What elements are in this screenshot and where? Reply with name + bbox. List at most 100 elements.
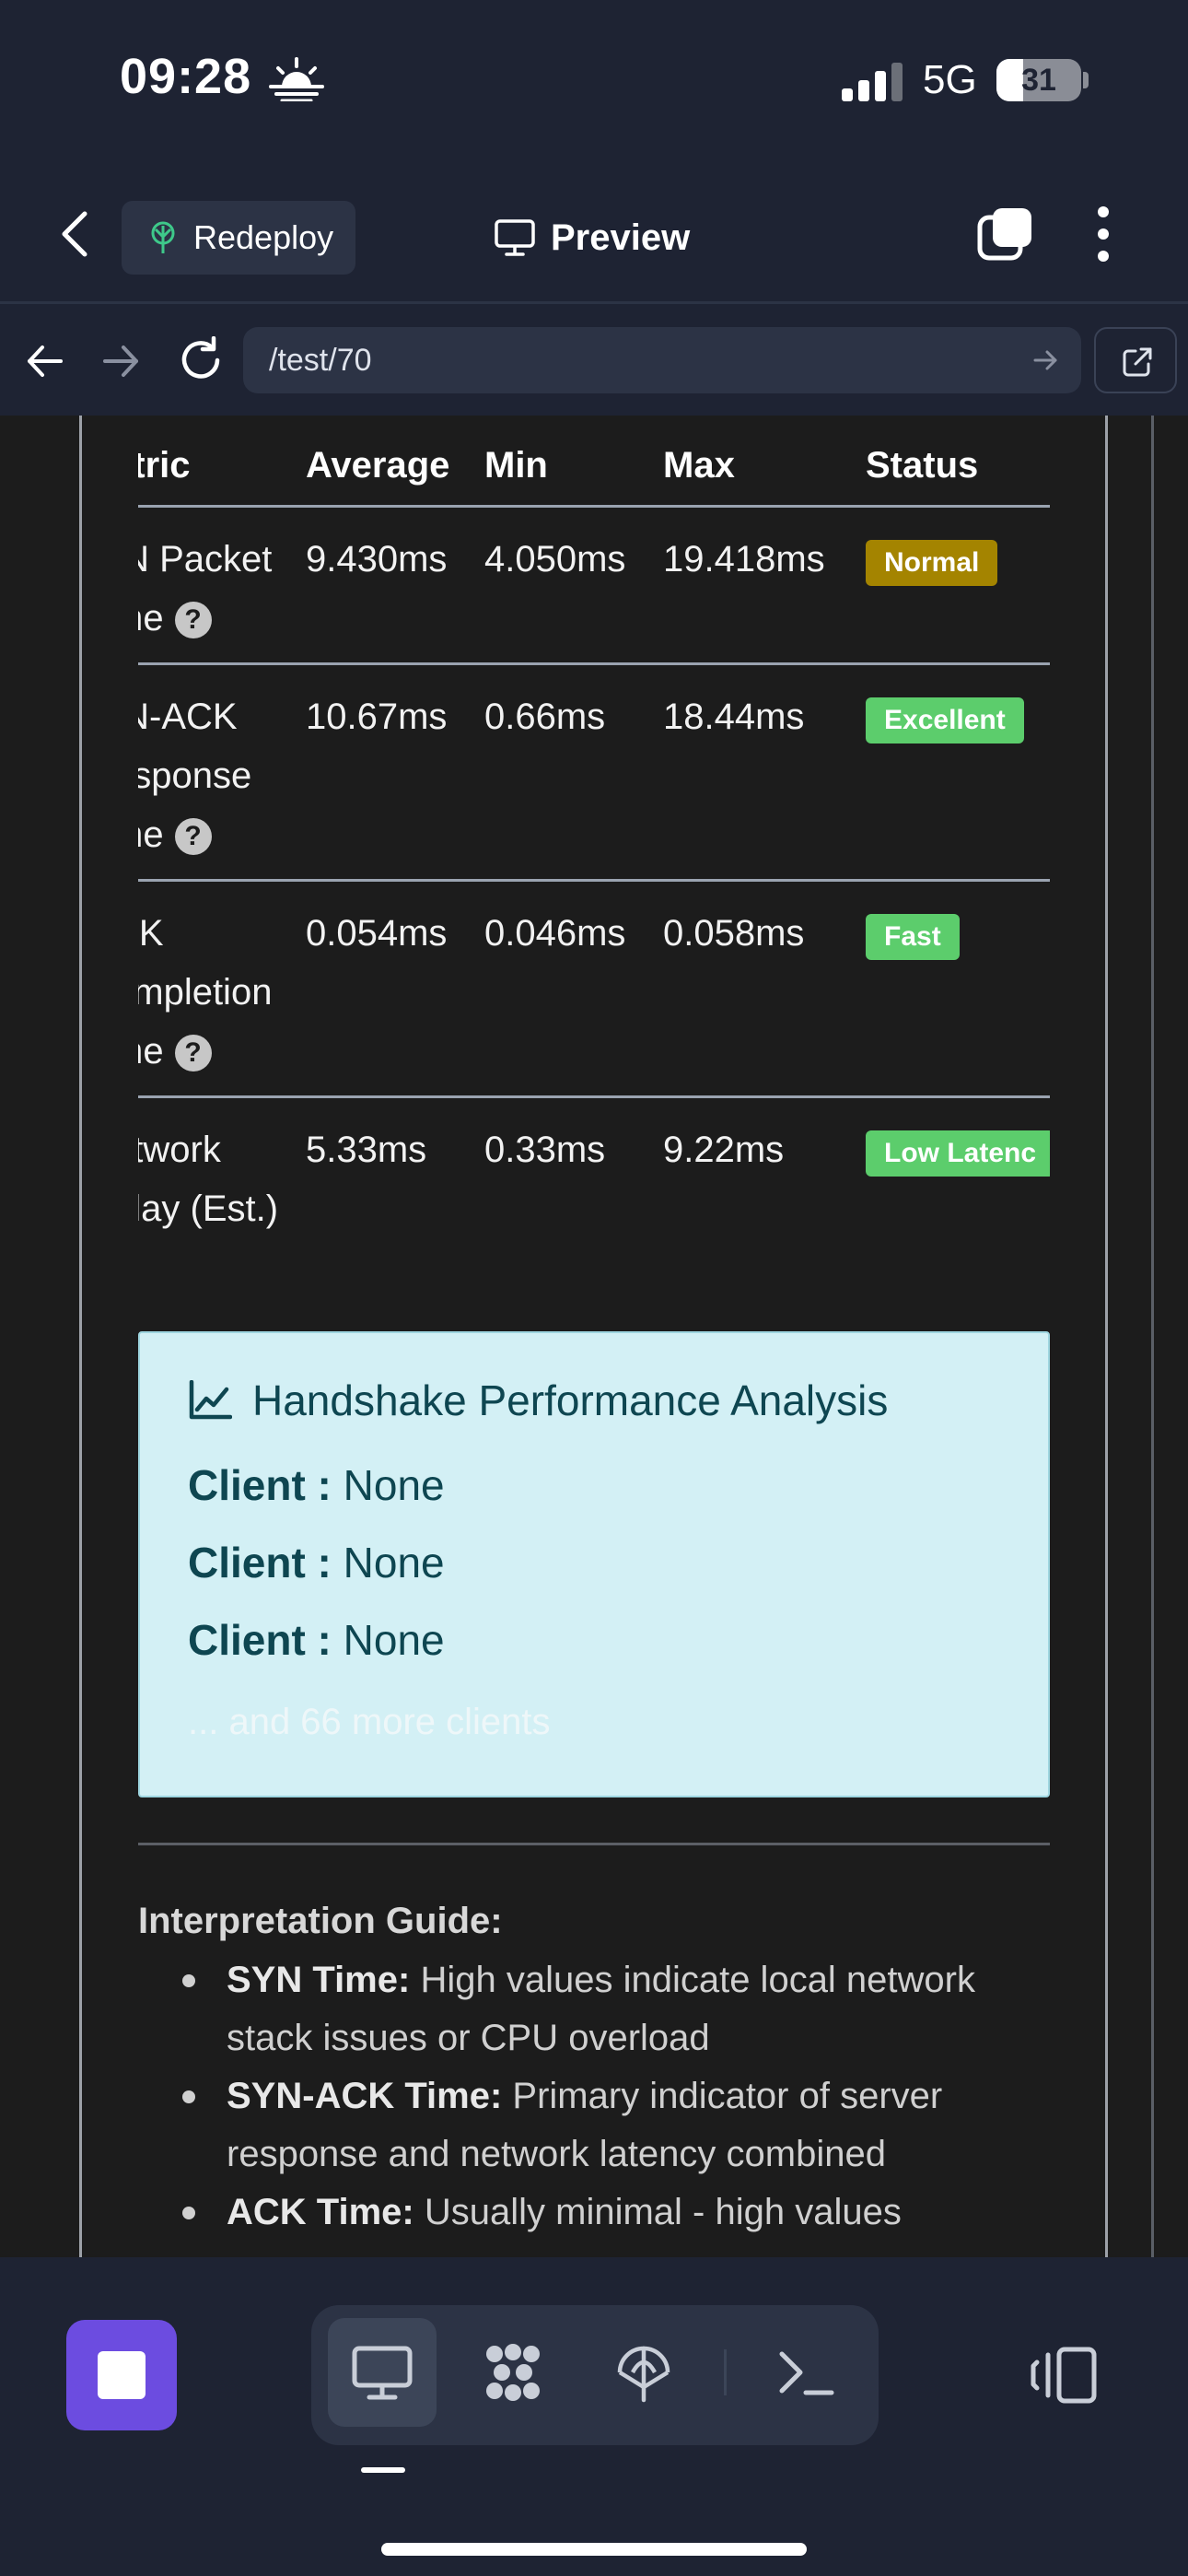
page-title: Preview — [551, 217, 691, 258]
open-external-button[interactable] — [1094, 327, 1177, 393]
signal-icon — [842, 63, 903, 101]
status-bar: 09:28 5G 31 — [0, 0, 1188, 166]
min-cell: 0.046ms — [484, 880, 663, 1098]
monitor-icon — [495, 219, 535, 256]
network-type: 5G — [923, 57, 977, 102]
max-cell: 0.058ms — [663, 880, 866, 1098]
redeploy-button[interactable]: Redeploy — [122, 201, 355, 275]
status-badge: Normal — [866, 539, 998, 586]
metric-name-cell: /N-ACK esponse me? — [138, 663, 306, 882]
table-header-row: etric Average Min Max Status — [138, 416, 1050, 508]
preview-title: Preview — [494, 210, 690, 265]
desktop-view-button[interactable] — [328, 2318, 437, 2427]
interpretation-guide: Interpretation Guide: SYN Time: High val… — [138, 1901, 1050, 2242]
guide-list: SYN Time: High values indicate local net… — [138, 1951, 1050, 2242]
metric-name-line: me — [138, 814, 164, 855]
guide-term: SYN-ACK Time: — [227, 2076, 503, 2116]
col-header-max: Max — [663, 416, 866, 508]
go-arrow-icon[interactable] — [1033, 347, 1059, 373]
app-header: Redeploy Preview — [0, 166, 1188, 304]
guide-item: SYN Time: High values indicate local net… — [138, 1951, 1050, 2067]
status-cell: Fast — [866, 880, 1050, 1098]
table-row: CK ompletion me? 0.054ms 0.046ms 0.058ms F… — [138, 880, 1050, 1098]
bottom-toolbar — [0, 2257, 1188, 2576]
status-cell: Normal — [866, 506, 1050, 665]
average-cell: 0.054ms — [306, 880, 484, 1098]
client-label: Client : — [188, 1461, 332, 1509]
min-cell: 0.66ms — [484, 663, 663, 882]
more-options-icon[interactable] — [1092, 205, 1114, 263]
metric-name-line: /N-ACK — [138, 696, 238, 737]
stop-icon — [98, 2351, 146, 2399]
metrics-table-container[interactable]: etric Average Min Max Status /N Packet me… — [138, 416, 1050, 1245]
metric-name-line: /N Packet — [138, 538, 273, 580]
battery-cap — [1083, 72, 1089, 88]
terminal-icon — [779, 2351, 834, 2395]
view-switcher — [311, 2305, 879, 2445]
help-icon[interactable]: ? — [174, 817, 212, 855]
frame-border-right — [1105, 416, 1108, 2257]
toolbar-separator — [724, 2349, 727, 2395]
sunrise-icon — [269, 57, 324, 101]
min-cell: 4.050ms — [484, 506, 663, 665]
browser-bar: /test/70 — [0, 307, 1188, 416]
metric-name-line: etwork — [138, 1129, 221, 1170]
antenna-icon — [617, 2346, 670, 2403]
nav-back-icon[interactable] — [24, 340, 66, 382]
table-row: etwork elay (Est.) 5.33ms 0.33ms 9.22ms L… — [138, 1096, 1050, 1245]
average-cell: 9.430ms — [306, 506, 484, 665]
guide-text: Usually minimal - high values — [424, 2192, 902, 2232]
col-header-status: Status — [866, 416, 1050, 508]
col-header-metric: etric — [138, 416, 306, 508]
status-badge: Fast — [866, 913, 960, 960]
table-row: /N Packet me? 9.430ms 4.050ms 19.418ms No… — [138, 506, 1050, 665]
client-row: Client : None — [188, 1460, 445, 1510]
nav-forward-icon[interactable] — [99, 340, 142, 382]
status-cell: Excellent — [866, 663, 1050, 882]
guide-term: SYN Time: — [227, 1960, 411, 2000]
reload-icon[interactable] — [177, 336, 225, 384]
max-cell: 18.44ms — [663, 663, 866, 882]
web-content[interactable]: etric Average Min Max Status /N Packet me… — [0, 416, 1188, 2257]
url-text: /test/70 — [269, 343, 372, 378]
active-tab-indicator — [361, 2467, 405, 2473]
panel-toggle-icon[interactable] — [1030, 2346, 1100, 2405]
metric-name-line: ompletion — [138, 971, 273, 1013]
metric-name-line: CK — [138, 912, 164, 954]
client-label: Client : — [188, 1616, 332, 1664]
help-icon[interactable]: ? — [174, 601, 212, 638]
status-badge: Low Latenc — [866, 1130, 1050, 1177]
max-cell: 19.418ms — [663, 506, 866, 665]
terminal-button[interactable] — [751, 2318, 860, 2427]
metric-name-cell: etwork elay (Est.) — [138, 1096, 306, 1245]
metric-name-line: elay (Est.) — [138, 1188, 279, 1229]
guide-title: Interpretation Guide: — [138, 1901, 503, 1941]
redeploy-icon — [151, 221, 175, 253]
help-icon[interactable]: ? — [174, 1034, 212, 1071]
status-time: 09:28 — [120, 49, 252, 104]
metric-name-cell: /N Packet me? — [138, 506, 306, 665]
frame-border-left — [79, 416, 82, 2257]
deploy-button[interactable] — [589, 2318, 698, 2427]
tabs-icon[interactable] — [976, 205, 1035, 263]
url-bar[interactable]: /test/70 — [243, 327, 1081, 393]
section-divider — [138, 1843, 1050, 1845]
dots-grid-icon — [486, 2344, 540, 2401]
guide-item: SYN-ACK Time: Primary indicator of serve… — [138, 2067, 1050, 2184]
battery-percent: 31 — [1021, 63, 1056, 98]
col-header-min: Min — [484, 416, 663, 508]
page-scrollbar-track — [1151, 416, 1154, 2257]
analysis-title: Handshake Performance Analysis — [188, 1376, 888, 1425]
handshake-analysis-box: Handshake Performance Analysis Client : … — [138, 1331, 1050, 1797]
guide-term: ACK Time: — [227, 2192, 414, 2232]
client-row: Client : None — [188, 1538, 445, 1587]
stop-button[interactable] — [66, 2320, 177, 2430]
back-chevron-icon[interactable] — [57, 208, 94, 260]
modules-button[interactable] — [459, 2318, 567, 2427]
client-value: None — [343, 1461, 445, 1509]
client-row: Client : None — [188, 1615, 445, 1665]
battery-indicator: 31 — [996, 59, 1081, 101]
average-cell: 10.67ms — [306, 663, 484, 882]
open-external-icon — [1123, 347, 1152, 377]
line-chart-icon — [189, 1380, 232, 1420]
